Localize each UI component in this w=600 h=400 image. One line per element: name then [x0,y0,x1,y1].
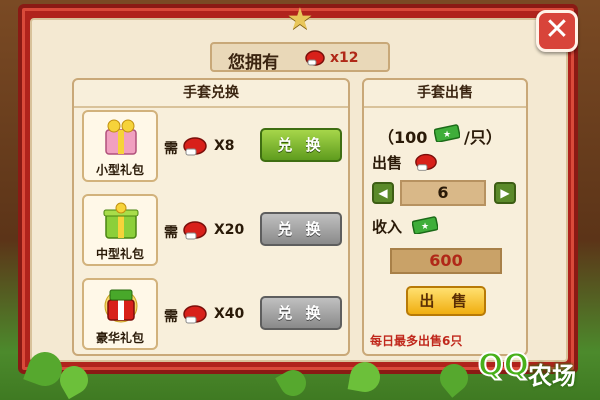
glove-icon [415,153,437,171]
quantity-value: 6 [400,180,486,206]
price-prefix: （100 [378,128,428,147]
gift-box-icon [104,289,138,323]
sell-panel: 手套出售 （100 ★ /只） 出售 ◀ 6 ▶ 收入 ★ 600 出 售 每日… [362,78,528,356]
exchange-row-small: 小型礼包 需 X8 兑 换 [82,110,344,186]
sell-panel-title: 手套出售 [364,82,526,108]
glove-icon [305,50,325,66]
price-suffix: /只） [464,128,502,147]
need-label: 需 [164,141,178,157]
need-count: X8 [214,138,235,154]
owned-count: x12 [330,50,359,66]
exchange-button[interactable]: 兑 换 [260,296,342,330]
gift-label: 小型礼包 [95,163,144,177]
sell-label: 出售 [372,154,403,172]
gift-box-icon [103,202,139,239]
glove-icon [183,137,207,156]
increase-quantity-button[interactable]: ▶ [494,182,516,204]
daily-limit-text: 每日最多出售6只 [370,334,463,348]
money-icon: ★ [434,124,460,142]
qq-farm-logo: QQ 农场 [477,334,596,396]
need-label: 需 [164,309,178,325]
deluxe-gift-pack: 豪华礼包 [82,278,158,350]
chevron-right-icon: ▶ [500,186,510,200]
exchange-panel: 手套兑换 小型礼包 需 X8 兑 换 中型礼包 需 X20 兑 换 豪华礼包 需… [72,78,350,356]
close-icon: ✕ [544,12,570,47]
svg-text:★: ★ [421,222,429,232]
gift-label: 中型礼包 [95,247,144,261]
chevron-left-icon: ◀ [378,186,388,200]
gift-box-icon [105,119,137,155]
exchange-panel-title: 手套兑换 [74,82,348,108]
income-value: 600 [390,248,502,274]
need-count: X40 [214,306,245,322]
star-icon: ★ [286,2,314,37]
decrease-quantity-button[interactable]: ◀ [372,182,394,204]
small-gift-pack: 小型礼包 [82,110,158,182]
svg-text:★: ★ [443,130,451,140]
need-label: 需 [164,225,178,241]
owned-label: 您拥有 [228,53,279,73]
gift-label: 豪华礼包 [95,331,144,345]
income-label: 收入 [372,218,403,236]
sell-button[interactable]: 出 售 [406,286,486,316]
exchange-row-medium: 中型礼包 需 X20 兑 换 [82,194,344,270]
logo-qq-text: QQ [477,347,530,384]
need-count: X20 [214,222,245,238]
glove-icon [183,221,207,240]
money-icon: ★ [412,216,438,234]
exchange-button[interactable]: 兑 换 [260,212,342,246]
glove-icon [183,305,207,324]
logo-farm-text: 农场 [528,362,576,390]
exchange-row-deluxe: 豪华礼包 需 X40 兑 换 [82,278,344,354]
close-button[interactable]: ✕ [536,10,578,52]
exchange-button[interactable]: 兑 换 [260,128,342,162]
owned-glove-count: 您拥有 x12 [210,42,390,73]
medium-gift-pack: 中型礼包 [82,194,158,266]
